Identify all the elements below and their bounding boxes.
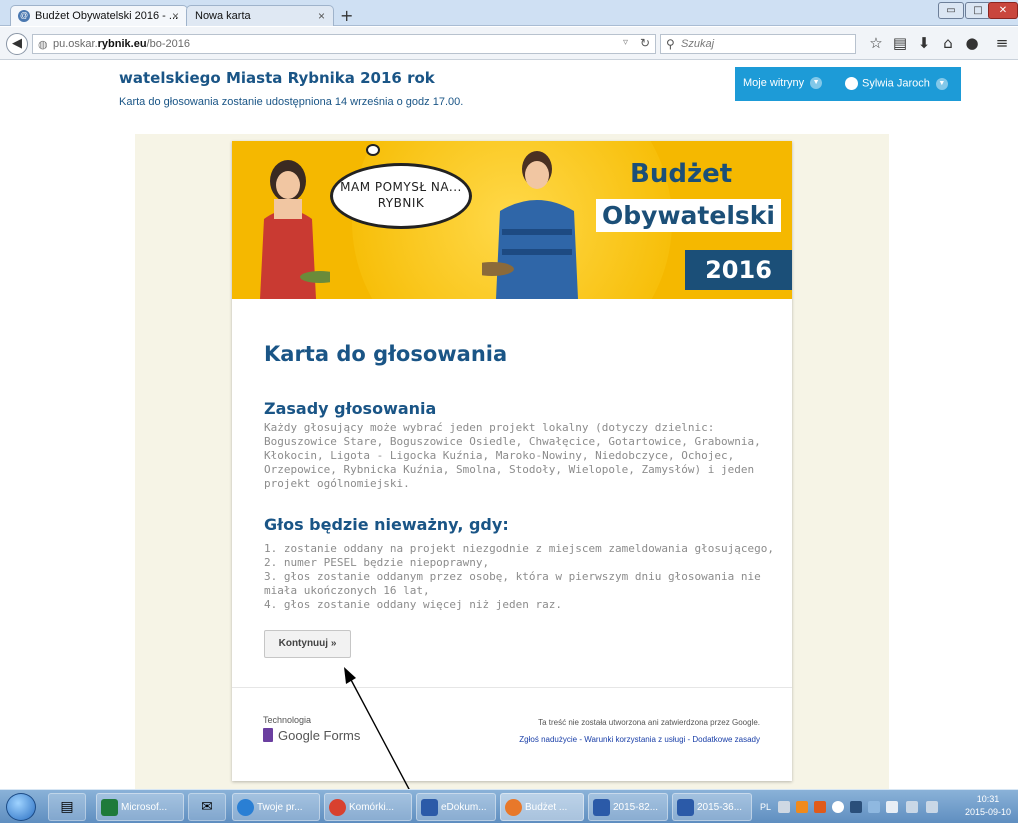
reading-list-icon[interactable]: ▤ <box>890 33 910 53</box>
form-card: MAM POMYSŁ NA... RYBNIK Budżet Obywatels… <box>232 141 792 781</box>
form-banner: MAM POMYSŁ NA... RYBNIK Budżet Obywatels… <box>232 141 792 299</box>
home-icon[interactable]: ⌂ <box>938 33 958 53</box>
taskbar-item-firefox[interactable]: Budżet ... <box>500 793 584 821</box>
taskbar-item-edokum[interactable]: eDokum... <box>416 793 496 821</box>
minimize-button[interactable]: ▭ <box>938 2 964 19</box>
flag-icon[interactable] <box>886 801 898 813</box>
continue-button[interactable]: Kontynuuj » <box>264 630 351 658</box>
user-name: Sylwia Jaroch <box>862 77 930 90</box>
search-input[interactable]: ⚲ Szukaj <box>660 34 856 54</box>
flame-icon[interactable] <box>796 801 808 813</box>
explorer-icon[interactable]: ▤ <box>48 793 86 821</box>
close-window-button[interactable]: ✕ <box>988 2 1018 19</box>
taskbar-item-word2[interactable]: 2015-36... <box>672 793 752 821</box>
list-item: 3. głos zostanie oddanym przez osobę, kt… <box>264 570 761 597</box>
invalid-heading: Głos będzie nieważny, gdy: <box>264 515 509 534</box>
footer-divider <box>232 687 792 688</box>
tab-title: Nowa karta <box>195 10 251 22</box>
back-button[interactable]: ◀ <box>6 33 28 55</box>
chrome-icon <box>329 799 346 816</box>
volume-icon[interactable] <box>926 801 938 813</box>
excel-icon <box>101 799 118 816</box>
brand-year: 2016 <box>685 250 792 290</box>
taskbar-item-word1[interactable]: 2015-82... <box>588 793 668 821</box>
url-dropdown-icon[interactable]: ▿ <box>623 37 628 48</box>
list-item: 4. głos zostanie oddany więcej niż jeden… <box>264 598 563 611</box>
page-title: watelskiego Miasta Rybnika 2016 rok <box>119 69 435 87</box>
url-prefix: pu.oskar. <box>53 38 98 50</box>
tab-title: Budżet Obywatelski 2016 - ... <box>35 10 179 22</box>
word-icon <box>677 799 694 816</box>
url-bar[interactable]: ◍ pu.oskar.rybnik.eu/bo-2016 ▿ ↻ <box>32 34 656 54</box>
browser-titlebar: @ Budżet Obywatelski 2016 - ... × Nowa k… <box>0 0 1018 26</box>
form-title: Karta do głosowania <box>264 342 508 366</box>
list-item: 2. numer PESEL będzie niepoprawny, <box>264 556 490 569</box>
network-app-icon[interactable] <box>850 801 862 813</box>
download-icon[interactable]: ⬇ <box>914 33 934 53</box>
star-icon[interactable]: ☆ <box>866 33 886 53</box>
speech-bubble: MAM POMYSŁ NA... RYBNIK <box>330 144 472 229</box>
user-menu[interactable]: Sylwia Jaroch ▼ <box>845 77 948 90</box>
navigation-toolbar: ◀ ◍ pu.oskar.rybnik.eu/bo-2016 ▿ ↻ ⚲ Szu… <box>0 27 1018 60</box>
my-sites-menu[interactable]: Moje witryny ▼ <box>743 77 823 90</box>
sync-icon[interactable] <box>832 801 844 813</box>
clock-time: 10:31 <box>976 794 1000 804</box>
google-forms-logo[interactable]: Google Forms <box>263 728 360 743</box>
url-path: /bo-2016 <box>146 38 190 50</box>
brand-obywatelski: Obywatelski <box>596 199 781 232</box>
network-icon[interactable] <box>906 801 918 813</box>
clock-date: 2015-09-10 <box>964 807 1012 817</box>
url-domain: rybnik.eu <box>97 38 147 50</box>
search-placeholder: Szukaj <box>681 38 715 50</box>
google-forms-label: Google Forms <box>278 728 361 743</box>
avatar <box>845 77 858 90</box>
menu-icon[interactable]: ≡ <box>992 33 1012 53</box>
internet-explorer-icon <box>237 799 254 816</box>
taskbar-item-chrome[interactable]: Komórki... <box>324 793 412 821</box>
start-button[interactable] <box>6 793 36 821</box>
language-indicator[interactable]: PL <box>760 802 771 812</box>
shield-icon[interactable] <box>868 801 880 813</box>
bubble-tail-shape <box>366 144 380 156</box>
tab-new[interactable]: Nowa karta × <box>186 5 334 26</box>
google-forms-icon <box>263 728 273 742</box>
tab-budzet[interactable]: @ Budżet Obywatelski 2016 - ... × <box>10 5 188 26</box>
page-content: watelskiego Miasta Rybnika 2016 rok Kart… <box>0 61 1018 789</box>
tab-close-icon[interactable]: × <box>172 9 179 23</box>
my-sites-label: Moje witryny <box>743 77 805 89</box>
woman-illustration-icon <box>260 160 330 299</box>
chat-icon[interactable]: ● <box>962 33 982 53</box>
chevron-down-icon: ▼ <box>935 77 948 90</box>
invalid-list: 1. zostanie oddany na projekt niezgodnie… <box>264 542 784 612</box>
document-app-icon <box>421 799 438 816</box>
windows-taskbar: ▤ Microsof... ✉ Twoje pr... Komórki... e… <box>0 789 1018 823</box>
site-favicon-icon: @ <box>18 10 30 22</box>
google-disclaimer: Ta treść nie została utworzona ani zatwi… <box>538 718 760 727</box>
footer-links[interactable]: Zgłoś nadużycie - Warunki korzystania z … <box>519 735 760 744</box>
rules-heading: Zasady głosowania <box>264 399 437 418</box>
search-icon: ⚲ <box>666 37 675 51</box>
taskbar-item-excel[interactable]: Microsof... <box>96 793 184 821</box>
bubble-line-2: RYBNIK <box>377 196 425 210</box>
system-clock[interactable]: 10:31 2015-09-10 <box>960 793 1016 819</box>
keyboard-icon[interactable] <box>778 801 790 813</box>
technology-label: Technologia <box>263 715 312 725</box>
chevron-down-icon: ▼ <box>810 77 823 90</box>
tab-close-icon[interactable]: × <box>318 9 325 23</box>
brand-budzet: Budżet <box>630 159 733 189</box>
mail-icon[interactable]: ✉ <box>188 793 226 821</box>
taskbar-item-ie[interactable]: Twoje pr... <box>232 793 320 821</box>
new-tab-button[interactable]: + <box>340 6 353 25</box>
man-illustration-icon <box>482 151 578 299</box>
word-icon <box>593 799 610 816</box>
list-item: 1. zostanie oddany na projekt niezgodnie… <box>264 542 774 555</box>
globe-icon: ◍ <box>38 39 48 51</box>
page-subtitle: Karta do głosowania zostanie udostępnion… <box>119 96 464 108</box>
firefox-icon <box>505 799 522 816</box>
bubble-line-1: MAM POMYSŁ NA... <box>340 180 462 194</box>
app-tray-icon[interactable] <box>814 801 826 813</box>
google-sites-bar: Moje witryny ▼ Sylwia Jaroch ▼ <box>735 67 961 101</box>
reload-icon[interactable]: ↻ <box>640 36 650 50</box>
rules-text: Każdy głosujący może wybrać jeden projek… <box>264 421 761 490</box>
